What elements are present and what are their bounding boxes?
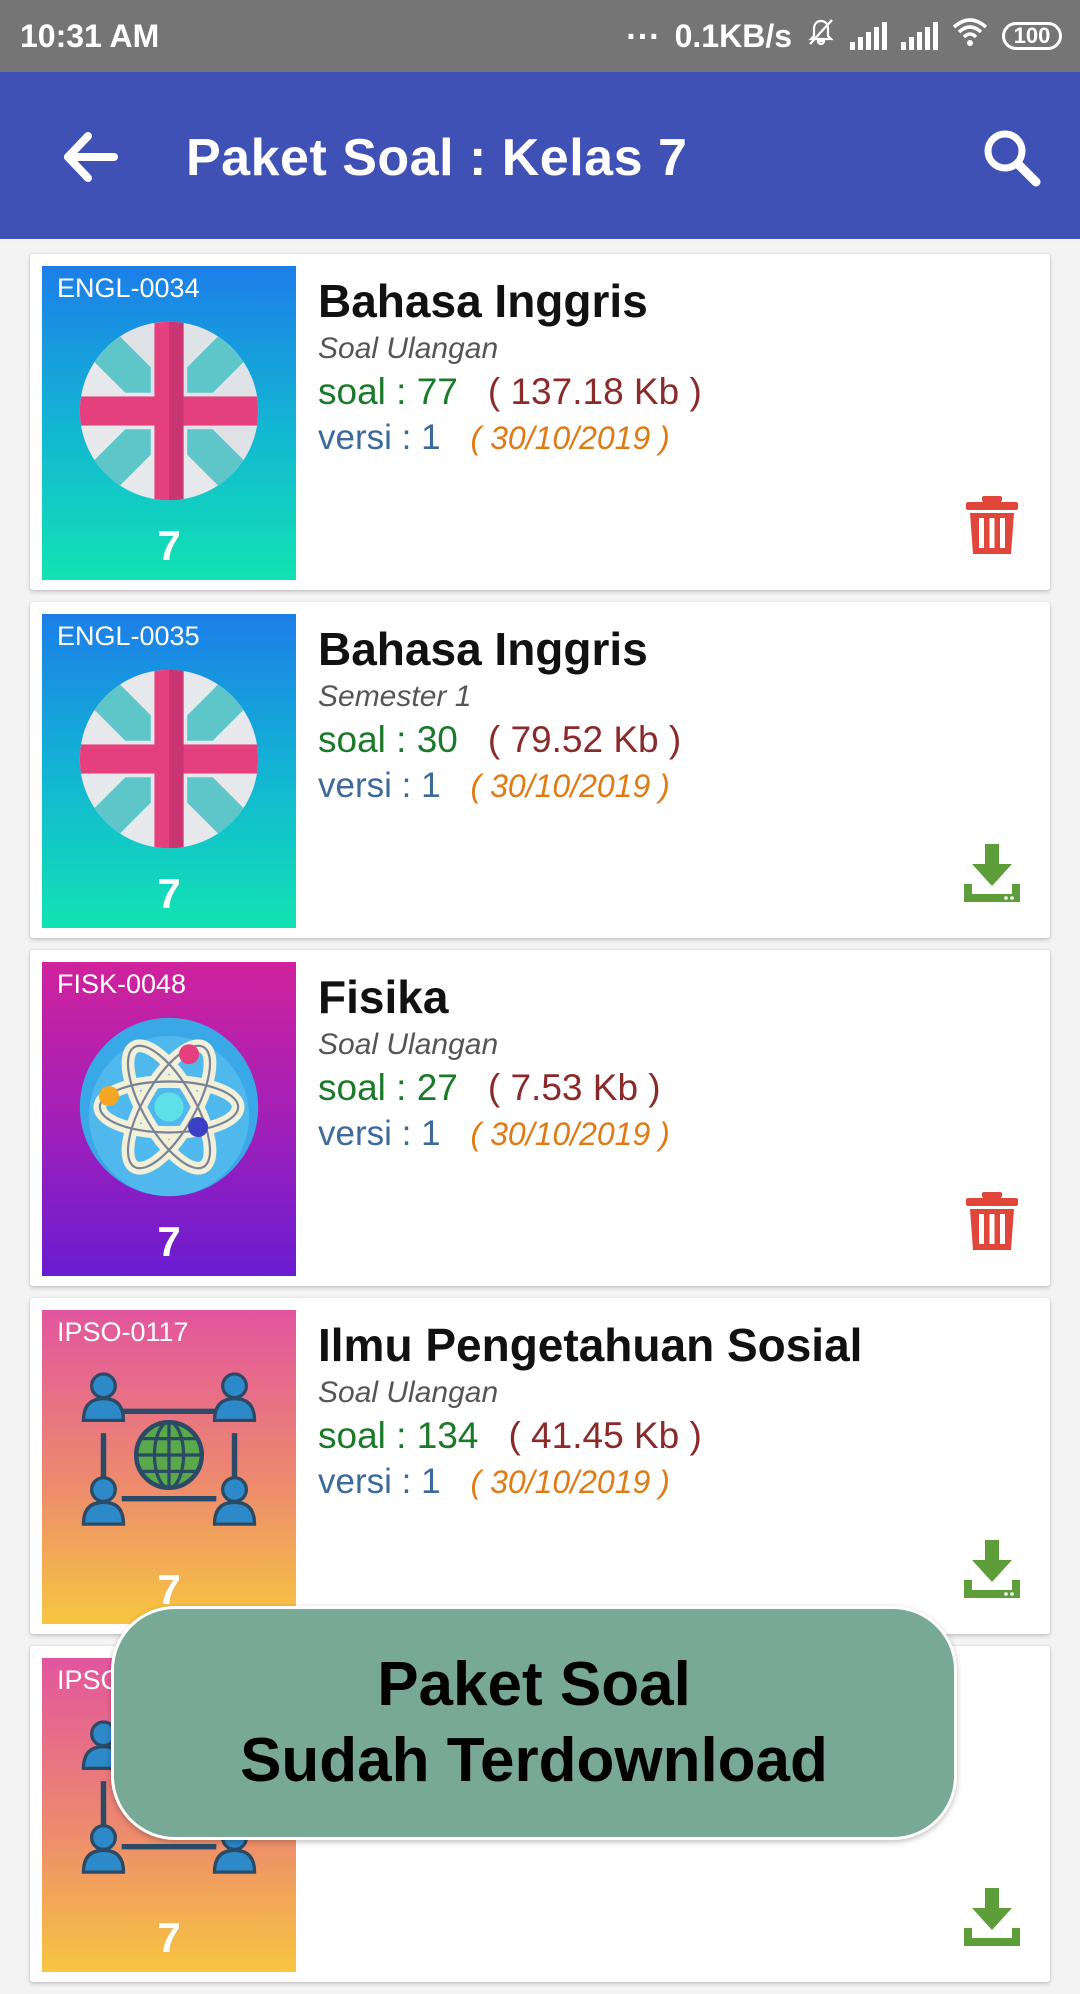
question-count: soal : 134 [318,1415,479,1457]
subject-thumbnail: ENGL-0035 7 [42,614,296,928]
delete-button[interactable] [964,496,1020,556]
download-button[interactable] [964,1540,1020,1600]
atom-icon [79,1017,259,1197]
list-item[interactable]: IPSO-0117 7 Ilmu Pengetahuan Sosial Soal… [30,1298,1050,1634]
download-complete-toast: Paket Soal Sudah Terdownload [111,1606,957,1840]
package-info: Fisika Soal Ulangan soal : 27 ( 7.53 Kb )… [318,970,670,1157]
package-code: IPSO-0117 [57,1317,189,1347]
list-item[interactable]: ENGL-0035 7 Bahasa Inggris Semester 1 so… [30,602,1050,938]
release-date: ( 30/10/2019 ) [470,420,670,457]
wifi-icon [952,17,988,55]
package-title: Ilmu Pengetahuan Sosial [318,1319,863,1371]
package-info: Ilmu Pengetahuan Sosial Soal Ulangan soa… [318,1318,862,1505]
package-code: ENGL-0035 [57,621,200,651]
release-date: ( 30/10/2019 ) [470,1116,670,1153]
package-subtitle: Semester 1 [318,680,472,714]
signal-1-icon [850,22,887,50]
toast-line-2: Sudah Terdownload [240,1726,828,1795]
app-bar: Paket Soal : Kelas 7 [0,72,1080,239]
question-count: soal : 77 [318,371,458,413]
page-title: Paket Soal : Kelas 7 [186,129,688,187]
list-item[interactable]: FISK-0048 7 Fisika Soal Ulangan soal: 2… [30,950,1050,1286]
network-speed: 0.1KB/s [674,17,792,54]
subject-thumbnail: IPSO-0117 7 [42,1310,296,1624]
package-title: Bahasa Inggris [318,623,648,675]
package-subtitle: Soal Ulangan [318,1028,499,1062]
list-item[interactable]: ENGL-0034 7 Bahasa Inggris Soal Ulangan … [30,254,1050,590]
grade-label: 7 [157,1914,181,1961]
release-date: ( 30/10/2019 ) [470,1464,670,1501]
arrow-left-icon [64,132,118,182]
question-count: soal : 27 [318,1067,458,1109]
package-code: FISK-0048 [57,969,187,999]
version: versi : 1 [318,418,441,458]
toast-line-1: Paket Soal [377,1650,691,1720]
search-button[interactable] [976,122,1046,192]
version: versi : 1 [318,1114,441,1154]
status-indicators: ... 0.1KB/s 100 [626,9,1062,56]
trash-icon [966,496,1018,554]
grade-label: 7 [157,1218,181,1265]
battery-icon: 100 [1002,22,1062,50]
version: versi : 1 [318,1462,441,1502]
download-button[interactable] [964,1888,1020,1948]
package-subtitle: Soal Ulangan [318,332,499,366]
download-icon [964,1888,1020,1946]
global-network-icon [81,1372,257,1526]
version: versi : 1 [318,766,441,806]
package-info: Bahasa Inggris Semester 1 soal : 30 ( 79.… [318,622,681,809]
status-time: 10:31 AM [20,17,160,54]
search-icon [984,130,1041,187]
file-size: ( 41.45 Kb ) [508,1415,702,1457]
package-title: Bahasa Inggris [318,275,648,327]
package-code: ENGL-0034 [57,273,200,303]
trash-icon [966,1192,1018,1250]
subject-thumbnail: ENGL-0034 7 [42,266,296,580]
uk-flag-icon [79,321,259,501]
more-notifications-icon: ... [626,8,661,47]
grade-label: 7 [157,870,181,917]
status-bar: 10:31 AM ... 0.1KB/s 100 [0,0,1080,72]
grade-label: 7 [157,522,181,569]
package-title: Fisika [318,971,449,1023]
bell-muted-icon [806,17,836,55]
package-info: Bahasa Inggris Soal Ulangan soal : 77 ( 1… [318,274,702,461]
subject-thumbnail: FISK-0048 7 [42,962,296,1276]
release-date: ( 30/10/2019 ) [470,768,670,805]
package-subtitle: Soal Ulangan [318,1376,499,1410]
download-button[interactable] [964,844,1020,904]
uk-flag-icon [79,669,259,849]
download-icon [964,1540,1020,1598]
signal-2-icon [901,22,938,50]
file-size: ( 79.52 Kb ) [487,719,682,761]
back-button[interactable] [56,122,126,192]
question-count: soal : 30 [318,719,458,761]
download-icon [964,844,1020,902]
file-size: ( 137.18 Kb ) [487,371,702,413]
delete-button[interactable] [964,1192,1020,1252]
file-size: ( 7.53 Kb ) [487,1067,661,1109]
